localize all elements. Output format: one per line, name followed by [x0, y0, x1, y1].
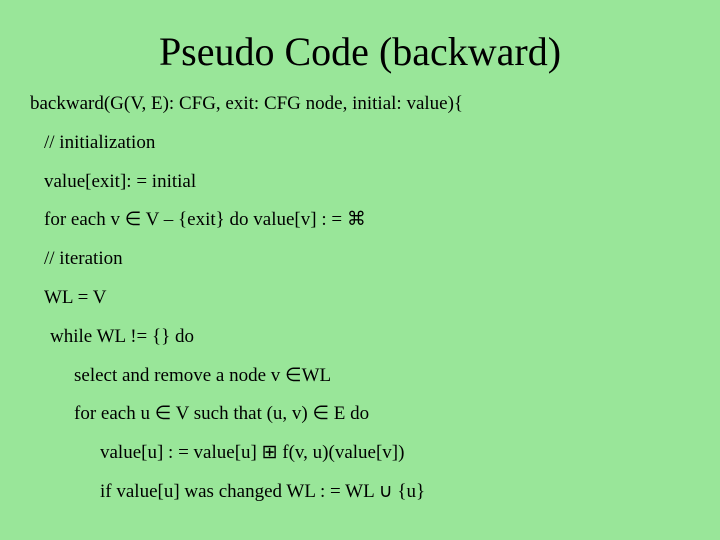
code-line-while: while WL != {} do [30, 326, 690, 349]
code-line-if-changed: if value[u] was changed WL : = WL ∪ {u} [30, 481, 690, 504]
code-line-comment-iter: // iteration [30, 248, 690, 271]
slide-title: Pseudo Code (backward) [30, 28, 690, 75]
code-line-foreach-init: for each v ∈ V – {exit} do value[v] : = … [30, 209, 690, 232]
code-line-value-u: value[u] : = value[u] ⊞ f(v, u)(value[v]… [30, 442, 690, 465]
code-line-value-exit: value[exit]: = initial [30, 171, 690, 194]
slide: Pseudo Code (backward) backward(G(V, E):… [0, 0, 720, 540]
code-line-foreach-u: for each u ∈ V such that (u, v) ∈ E do [30, 403, 690, 426]
code-line-signature: backward(G(V, E): CFG, exit: CFG node, i… [30, 93, 690, 116]
code-line-select: select and remove a node v ∈WL [30, 365, 690, 388]
code-line-comment-init: // initialization [30, 132, 690, 155]
code-line-wl-eq-v: WL = V [30, 287, 690, 310]
